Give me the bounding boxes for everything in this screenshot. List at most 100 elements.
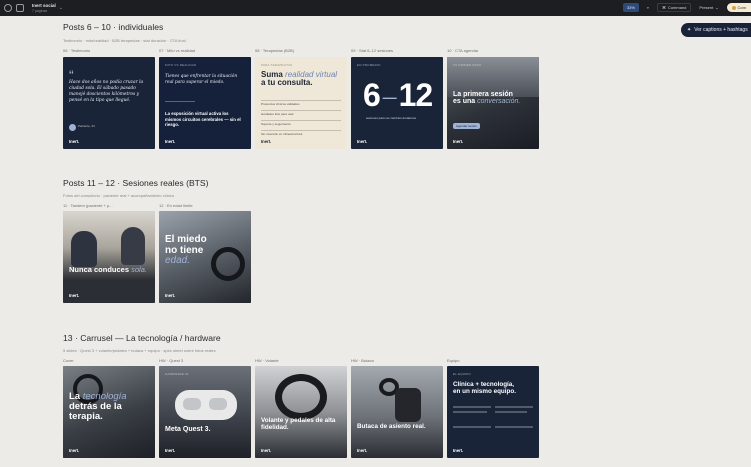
card-caption[interactable]: 08 · Terapeutas (B2B) xyxy=(255,48,294,53)
stat-max: 12 xyxy=(398,77,434,113)
post-card-mito[interactable]: MITO VS REALIDAD Tienes que enfrentar la… xyxy=(159,57,251,149)
divider xyxy=(261,100,341,101)
headline-accent: sola. xyxy=(131,265,147,274)
divider xyxy=(261,130,341,131)
divider xyxy=(165,101,195,102)
card-caption[interactable]: HW · Butaca xyxy=(351,358,374,363)
benefit-item: Hardware listo para usar xyxy=(261,112,294,116)
section-title: Posts 6 – 10 · individuales xyxy=(63,22,164,32)
card-headline: La primera sesión es una conversación. xyxy=(453,91,520,106)
back-icon[interactable] xyxy=(4,4,12,12)
card-caption[interactable]: 06 · Testimonio xyxy=(63,48,90,53)
post-card-testimonio[interactable]: “ Hace dos años no podía cruzar la ciuda… xyxy=(63,57,155,149)
command-button[interactable]: ⌘ Command xyxy=(656,3,692,12)
headline-part: La primera sesión xyxy=(453,91,513,98)
comment-icon[interactable]: ▿ xyxy=(643,3,653,12)
brand-logo: Inert. xyxy=(165,448,176,453)
headline-accent: edad. xyxy=(165,255,191,266)
card-caption[interactable]: HW · Quest 3 xyxy=(159,358,183,363)
card-headline: Clínica + tecnología, en un mismo equipo… xyxy=(453,381,516,395)
testimonial-text: Hace dos años no podía cruzar la ciudad … xyxy=(69,80,144,103)
section-subtitle: Fotos del consultorio · paciente real + … xyxy=(63,193,175,198)
therapist-figure xyxy=(121,227,145,265)
present-label: Present xyxy=(699,5,714,10)
stat-description: sesiones para ver cambios duraderos xyxy=(366,116,417,120)
section-title: Posts 11 – 12 · Sesiones reales (BTS) xyxy=(63,178,209,188)
card-tag: EN PROMEDIO xyxy=(357,63,381,67)
command-label: Command xyxy=(667,5,687,10)
headline-part: es una xyxy=(453,98,476,106)
card-headline: Volante y pedales de alta fidelidad. xyxy=(261,417,336,431)
headline-part: Nunca conduces xyxy=(69,265,130,274)
card-tag: MITO VS REALIDAD xyxy=(165,63,197,67)
document-title[interactable]: Inert social 7 páginas xyxy=(32,3,56,14)
text-placeholder xyxy=(453,411,487,413)
headset-lens xyxy=(209,398,227,410)
headline-part: a tu consulta. xyxy=(261,78,313,88)
stat-figure: 6 — 12 xyxy=(363,77,434,113)
reality-text: La exposición virtual activa los mismos … xyxy=(165,111,241,128)
top-bar: Inert social 7 páginas ⌄ 33% ▿ ⌘ Command … xyxy=(0,0,751,16)
post-card-stat[interactable]: EN PROMEDIO 6 — 12 sesiones para ver cam… xyxy=(351,57,443,149)
sparkle-icon: ✦ xyxy=(687,27,692,33)
card-caption[interactable]: 09 · Stat 6–12 sesiones xyxy=(351,48,393,53)
post-card-terapeutas[interactable]: PARA TERAPEUTAS Suma realidad virtual a … xyxy=(255,57,347,149)
status-dot-icon xyxy=(731,5,736,10)
menu-icon[interactable] xyxy=(16,4,24,12)
divider xyxy=(261,110,341,111)
share-button[interactable]: Com xyxy=(726,3,751,12)
brand-logo: Inert. xyxy=(165,139,176,144)
testimonial-author: Paciente, 34 xyxy=(78,124,95,128)
headline-part: en un mismo equipo. xyxy=(453,387,516,395)
share-label: Com xyxy=(737,5,746,10)
captions-hashtags-button[interactable]: ✦ Ver captions + hashtags xyxy=(681,23,751,37)
steering-wheel-icon xyxy=(275,374,327,420)
brand-logo: Inert. xyxy=(69,448,80,453)
card-tag: HARDWARE 01 xyxy=(165,372,189,376)
card-tag: PARA TERAPEUTAS xyxy=(261,63,293,67)
text-placeholder xyxy=(495,406,533,408)
command-icon: ⌘ xyxy=(661,5,666,10)
post-card-tandem[interactable]: Nunca conduces sola. Inert. xyxy=(63,211,155,303)
brand-logo: Inert. xyxy=(165,293,176,298)
carousel-card-equipo[interactable]: EL EQUIPO Clínica + tecnología, en un mi… xyxy=(447,366,539,458)
brand-logo: Inert. xyxy=(69,293,80,298)
card-tag: TU PRIMER PASO xyxy=(453,63,482,67)
card-caption[interactable]: HW · Volante xyxy=(255,358,279,363)
card-caption[interactable]: 12 · En edad límite xyxy=(159,203,193,208)
card-caption[interactable]: 11 · Tandem (paciente + p... xyxy=(63,203,113,208)
text-placeholder xyxy=(453,426,491,428)
card-headline: El miedo no tiene edad. xyxy=(165,234,207,267)
brand-logo: Inert. xyxy=(261,139,272,144)
headline-part: El miedo xyxy=(165,234,207,245)
patient-figure xyxy=(71,231,97,267)
card-headline: Butaca de asiento real. xyxy=(357,423,426,430)
headline-part: terapia. xyxy=(69,410,103,422)
section-subtitle: 5 slides · Quest 3 + volante/pedales + b… xyxy=(63,348,216,353)
carousel-card-volante[interactable]: Volante y pedales de alta fidelidad. Ine… xyxy=(255,366,347,458)
chevron-down-icon: ⌄ xyxy=(715,5,719,10)
post-card-cta[interactable]: TU PRIMER PASO La primera sesión es una … xyxy=(447,57,539,149)
post-card-edad[interactable]: El miedo no tiene edad. Inert. xyxy=(159,211,251,303)
card-caption[interactable]: 07 · Mito vs realidad xyxy=(159,48,195,53)
card-headline: Suma realidad virtual a tu consulta. xyxy=(261,70,337,88)
card-caption[interactable]: 10 · CTA agendar xyxy=(447,48,478,53)
brand-logo: Inert. xyxy=(453,448,464,453)
carousel-card-butaca[interactable]: Butaca de asiento real. Inert. xyxy=(351,366,443,458)
card-caption[interactable]: Cover xyxy=(63,358,74,363)
steering-wheel-icon xyxy=(211,247,245,281)
section-title: 13 · Carrusel — La tecnología / hardware xyxy=(63,333,221,343)
brand-logo: Inert. xyxy=(453,139,464,144)
card-caption[interactable]: Equipo xyxy=(447,358,459,363)
chevron-down-icon[interactable]: ⌄ xyxy=(59,5,63,11)
carousel-card-quest[interactable]: HARDWARE 01 Meta Quest 3. Inert. xyxy=(159,366,251,458)
zoom-level[interactable]: 33% xyxy=(622,3,639,12)
card-tag: EL EQUIPO xyxy=(453,372,471,376)
present-button[interactable]: Present ⌄ xyxy=(695,3,722,12)
headset-lens xyxy=(183,398,201,410)
brand-logo: Inert. xyxy=(261,448,272,453)
carousel-card-cover[interactable]: La tecnología detrás de la terapia. Iner… xyxy=(63,366,155,458)
avatar xyxy=(69,124,76,131)
text-placeholder xyxy=(495,426,533,428)
seat-image xyxy=(395,388,421,422)
